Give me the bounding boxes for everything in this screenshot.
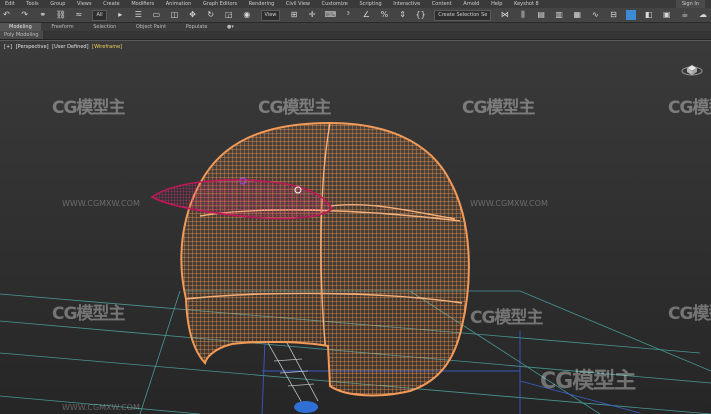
tab-freeform[interactable]: Freeform — [42, 23, 82, 31]
watermark-logo: CG模型主 — [258, 98, 331, 118]
watermark-url: WWW.CGMXW.COM — [62, 403, 140, 412]
rectangular-selection-icon[interactable]: ▭ — [151, 9, 162, 20]
placement-icon[interactable]: ◉ — [241, 9, 252, 20]
menu-scripting[interactable]: Scripting — [354, 0, 386, 8]
helmet-stand — [267, 340, 319, 404]
scale-icon[interactable]: ◲ — [223, 9, 234, 20]
menu-animation[interactable]: Animation — [161, 0, 197, 8]
poly-modeling-panel[interactable]: Poly Modeling — [0, 31, 43, 39]
mirror-icon[interactable]: ⋈ — [499, 9, 510, 20]
menu-edit[interactable]: Edit — [0, 0, 20, 8]
tab-modeling[interactable]: Modeling — [0, 23, 41, 31]
watermark-logo: CG模型主 — [668, 304, 711, 324]
helmet-wireframe[interactable] — [170, 121, 480, 401]
viewcube-icon[interactable] — [681, 59, 703, 77]
ribbon-tabs: Modeling Freeform Selection Object Paint… — [0, 23, 711, 31]
toggle-ribbon-icon[interactable]: ▦ — [572, 9, 583, 20]
select-manipulate-icon[interactable]: ✛ — [307, 9, 318, 20]
spinner-snap-icon[interactable]: ⇕ — [397, 9, 408, 20]
watermark-logo: CG模型主 — [470, 308, 543, 328]
tab-populate[interactable]: Populate — [177, 23, 217, 31]
menu-civil-view[interactable]: Civil View — [281, 0, 315, 8]
ribbon-panel: Poly Modeling — [0, 31, 711, 40]
watermark-logo: CG模型主 — [540, 369, 636, 394]
toggle-layer-explorer-icon[interactable]: ▥ — [554, 9, 565, 20]
bind-space-warp-icon[interactable]: ≈ — [73, 9, 84, 20]
menu-arnold[interactable]: Arnold — [458, 0, 484, 8]
menu-tools[interactable]: Tools — [21, 0, 43, 8]
menu-customize[interactable]: Customize — [317, 0, 353, 8]
material-editor-icon[interactable] — [626, 10, 637, 20]
window-crossing-icon[interactable]: ◫ — [169, 9, 180, 20]
link-icon[interactable]: ⚭ — [37, 9, 48, 20]
menu-interactive[interactable]: Interactive — [388, 0, 425, 8]
menu-views[interactable]: Views — [72, 0, 96, 8]
main-toolbar: ↶ ↷ ⚭ ⛓ ≈ All ▸ ☰ ▭ ◫ ✥ ↻ ◲ ◉ View ⊞ ✛ ⌨… — [0, 8, 711, 23]
menu-rendering[interactable]: Rendering — [244, 0, 280, 8]
menu-keyshot[interactable]: Keyshot 8 — [509, 0, 544, 8]
select-by-name-icon[interactable]: ☰ — [133, 9, 144, 20]
angle-snap-icon[interactable]: ∠ — [361, 9, 372, 20]
percent-snap-icon[interactable]: % — [379, 9, 390, 20]
menu-content[interactable]: Content — [427, 0, 457, 8]
tab-selection[interactable]: Selection — [84, 23, 125, 31]
menu-modifiers[interactable]: Modifiers — [126, 0, 159, 8]
schematic-view-icon[interactable]: ⊟ — [608, 9, 619, 20]
watermark-logo: CG模型主 — [668, 98, 711, 118]
named-selection-sets-dropdown[interactable]: Create Selection Se — [434, 10, 492, 21]
rotate-icon[interactable]: ↻ — [205, 9, 216, 20]
render-production-icon[interactable]: ☕ — [679, 9, 690, 20]
watermark-url: WWW.CGMXW.COM — [62, 199, 140, 208]
watermark-url: WWW.CGMXW.COM — [470, 199, 548, 208]
ribbon-options-icon[interactable]: ●▾ — [218, 23, 243, 31]
pivot-point-icon[interactable]: ⊞ — [288, 9, 299, 20]
rendered-frame-window-icon[interactable]: ▣ — [661, 9, 672, 20]
tab-object-paint[interactable]: Object Paint — [127, 23, 175, 31]
menu-group[interactable]: Group — [45, 0, 70, 8]
reference-coordinate-dropdown[interactable]: View — [260, 10, 281, 21]
curve-editor-icon[interactable]: ∿ — [590, 9, 601, 20]
snap-toggle-icon[interactable]: ³ — [343, 9, 354, 20]
menu-create[interactable]: Create — [98, 0, 125, 8]
watermark-logo: CG模型主 — [462, 98, 535, 118]
watermark-logo: CG模型主 — [52, 304, 125, 324]
render-setup-icon[interactable]: ◧ — [643, 9, 654, 20]
menu-graph-editors[interactable]: Graph Editors — [198, 0, 242, 8]
selection-filter-dropdown[interactable]: All — [92, 10, 107, 21]
redo-icon[interactable]: ↷ — [19, 9, 30, 20]
align-icon[interactable]: ⫼ — [518, 9, 529, 20]
unlink-icon[interactable]: ⛓ — [55, 9, 66, 20]
watermark-logo: CG模型主 — [52, 98, 125, 118]
render-in-cloud-icon[interactable]: ☁ — [697, 9, 708, 20]
toggle-scene-explorer-icon[interactable]: ▤ — [536, 9, 547, 20]
sign-in-button[interactable]: Sign In — [675, 0, 705, 8]
menu-bar: Edit Tools Group Views Create Modifiers … — [0, 0, 711, 8]
undo-icon[interactable]: ↶ — [1, 9, 12, 20]
stand-base — [294, 401, 318, 413]
move-icon[interactable]: ✥ — [187, 9, 198, 20]
perspective-viewport[interactable]: [+] [Perspective] [User Defined] [Wirefr… — [0, 40, 711, 414]
select-object-icon[interactable]: ▸ — [115, 9, 126, 20]
menu-help[interactable]: Help — [486, 0, 507, 8]
keyboard-shortcut-override-icon[interactable]: ⌨ — [325, 9, 337, 20]
edit-named-selection-icon[interactable]: {} — [415, 9, 426, 20]
